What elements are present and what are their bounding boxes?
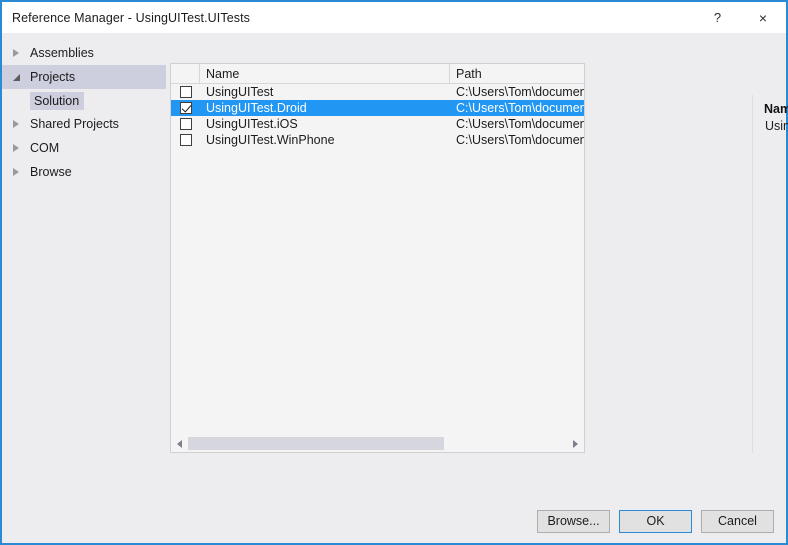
sidebar-item-label: Assemblies [30,46,94,60]
dialog-body: Assemblies Projects Solution Shared Proj… [0,33,788,499]
window-controls: ? × [695,2,786,33]
table-row[interactable]: UsingUITest C:\Users\Tom\document [171,84,584,100]
close-icon[interactable]: × [740,2,786,33]
checkbox-icon[interactable] [179,118,192,130]
arrow-right-icon[interactable] [567,435,584,452]
list-header: Name Path [171,63,584,84]
row-checkbox-cell[interactable] [171,134,200,146]
checkbox-checked-icon[interactable] [179,102,192,114]
help-button[interactable]: ? [695,2,740,33]
scrollbar-track[interactable] [188,435,567,452]
table-row[interactable]: UsingUITest.iOS C:\Users\Tom\document [171,116,584,132]
column-header-name[interactable]: Name [200,64,450,83]
row-name: UsingUITest.iOS [206,117,298,131]
details-name-value: UsingUITest.Droid [765,119,788,133]
content-panel: Name Path UsingUITest C:\Users\Tom\docum… [166,33,788,499]
row-name: UsingUITest [206,85,274,99]
row-path: C:\Users\Tom\document [456,85,584,99]
sidebar: Assemblies Projects Solution Shared Proj… [0,33,166,499]
reference-manager-dialog: Reference Manager - UsingUITest.UITests … [0,0,788,545]
row-checkbox-cell[interactable] [171,86,200,98]
chevron-right-icon [13,49,25,57]
sidebar-item-shared-projects[interactable]: Shared Projects [2,112,166,136]
row-path: C:\Users\Tom\document [456,133,584,147]
arrow-left-icon[interactable] [171,435,188,452]
details-name-label: Name: [764,102,788,116]
sidebar-item-label: Browse [30,165,72,179]
column-header-path[interactable]: Path [450,64,584,83]
row-path: C:\Users\Tom\document [456,101,584,115]
browse-button[interactable]: Browse... [537,509,610,533]
sidebar-item-projects[interactable]: Projects [2,65,166,89]
list-rows: UsingUITest C:\Users\Tom\document UsingU… [171,84,584,452]
chevron-right-icon [13,120,25,128]
checkbox-icon[interactable] [179,86,192,98]
sidebar-item-solution[interactable]: Solution [2,89,166,112]
horizontal-scrollbar[interactable] [171,435,584,452]
row-checkbox-cell[interactable] [171,118,200,130]
title-bar: Reference Manager - UsingUITest.UITests … [2,2,786,33]
table-row[interactable]: UsingUITest.Droid C:\Users\Tom\document [171,100,584,116]
column-header-check[interactable] [171,64,200,83]
sidebar-item-browse[interactable]: Browse [2,160,166,184]
sidebar-item-label: Projects [30,70,76,84]
details-panel: Name: UsingUITest.Droid [758,99,788,453]
sidebar-subitem-label: Solution [30,91,85,110]
checkbox-icon[interactable] [179,134,192,146]
chevron-right-icon [13,168,25,176]
ok-button[interactable]: OK [619,509,692,533]
row-path: C:\Users\Tom\document [456,117,584,131]
chevron-right-icon [13,144,25,152]
row-name: UsingUITest.Droid [206,101,307,115]
row-checkbox-cell[interactable] [171,102,200,114]
table-row[interactable]: UsingUITest.WinPhone C:\Users\Tom\docume… [171,132,584,148]
sidebar-item-label: Shared Projects [30,117,119,131]
dialog-footer: Browse... OK Cancel [2,499,786,543]
scrollbar-thumb[interactable] [188,437,444,450]
chevron-down-filled-icon [13,73,25,81]
sidebar-item-com[interactable]: COM [2,136,166,160]
sidebar-item-assemblies[interactable]: Assemblies [2,41,166,65]
cancel-button[interactable]: Cancel [701,509,774,533]
row-name: UsingUITest.WinPhone [206,133,335,147]
details-divider [752,95,753,453]
projects-list: Name Path UsingUITest C:\Users\Tom\docum… [170,63,585,453]
window-title: Reference Manager - UsingUITest.UITests [12,10,251,25]
sidebar-item-label: COM [30,141,60,155]
